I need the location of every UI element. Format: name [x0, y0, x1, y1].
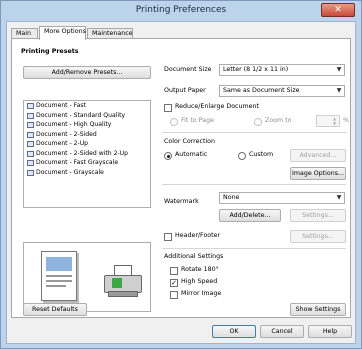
tab-more-options[interactable]: More Options	[39, 26, 86, 40]
mirror-image-checkbox[interactable]	[170, 291, 178, 299]
document-preset-icon	[27, 112, 34, 119]
add-delete-button[interactable]: Add/Delete...	[219, 209, 281, 222]
reset-defaults-button[interactable]: Reset Defaults	[23, 303, 87, 316]
divider	[162, 248, 346, 249]
add-remove-presets-button[interactable]: Add/Remove Presets...	[23, 66, 151, 79]
watermark-label: Watermark	[164, 198, 199, 205]
zoom-to-radio[interactable]	[254, 118, 262, 126]
fit-to-page-label: Fit to Page	[181, 117, 214, 124]
header-footer-label: Header/Footer	[175, 232, 221, 239]
additional-settings-label: Additional Settings	[164, 253, 224, 260]
reduce-enlarge-label: Reduce/Enlarge Document	[175, 103, 259, 110]
fit-to-page-radio[interactable]	[170, 118, 178, 126]
output-paper-select[interactable]: Same as Document Size ▼	[219, 85, 345, 97]
document-preset-icon	[27, 131, 34, 138]
custom-label: Custom	[249, 151, 274, 158]
chevron-down-icon: ▼	[336, 87, 342, 94]
header-footer-checkbox[interactable]	[164, 233, 172, 241]
document-preset-icon	[27, 141, 34, 147]
preset-item-label: Document - Grayscale	[36, 168, 104, 176]
document-preset-icon	[27, 150, 34, 157]
printer-icon	[104, 265, 144, 301]
preset-item[interactable]: Document - Fast	[24, 101, 150, 111]
percent-label: %	[343, 117, 349, 124]
reduce-enlarge-checkbox[interactable]	[164, 104, 172, 112]
chevron-down-icon: ▼	[336, 194, 342, 201]
watermark-value: None	[223, 194, 240, 201]
custom-radio[interactable]	[238, 152, 246, 160]
color-correction-label: Color Correction	[164, 138, 216, 145]
show-settings-button[interactable]: Show Settings	[290, 303, 346, 316]
document-preset-icon	[27, 169, 34, 176]
preset-item[interactable]: Document - 2-Up	[24, 139, 150, 149]
watermark-select[interactable]: None ▼	[219, 192, 345, 204]
document-preview-icon	[41, 251, 77, 301]
preset-item[interactable]: Document - Standard Quality	[24, 111, 150, 121]
more-options-panel: Printing Presets Add/Remove Presets... D…	[11, 38, 351, 318]
mirror-image-label: Mirror Image	[181, 290, 222, 297]
preset-item-label: Document - High Quality	[36, 121, 112, 128]
rotate-180-label: Rotate 180°	[181, 266, 219, 273]
document-preset-icon	[27, 103, 34, 109]
printing-presets-heading: Printing Presets	[21, 48, 79, 55]
presets-list[interactable]: Document - Fast Document - Standard Quali…	[23, 100, 151, 208]
window-title: Printing Preferences	[135, 5, 227, 15]
automatic-label: Automatic	[175, 151, 208, 158]
print-preview	[23, 242, 151, 312]
zoom-to-label: Zoom to	[265, 117, 292, 124]
document-preset-icon	[27, 160, 34, 166]
rotate-180-checkbox[interactable]	[170, 267, 178, 275]
zoom-percent-stepper[interactable]: ▲ ▼	[316, 115, 340, 127]
stepper-down-icon[interactable]: ▼	[330, 121, 339, 126]
document-preset-icon	[27, 122, 34, 128]
preset-item-label: Document - Fast	[36, 102, 86, 109]
dialog-client-area: Main More Options Maintenance Printing P…	[6, 21, 356, 344]
printing-preferences-window: Printing Preferences ✕ Main More Options…	[0, 0, 362, 349]
high-speed-label: High Speed	[181, 278, 218, 285]
cancel-button[interactable]: Cancel	[260, 325, 304, 338]
header-footer-settings-button[interactable]: Settings...	[290, 230, 346, 243]
divider	[162, 132, 346, 133]
automatic-radio[interactable]	[164, 152, 172, 160]
preset-item[interactable]: Document - 2-Sided with 2-Up	[24, 149, 150, 159]
preset-item[interactable]: Document - High Quality	[24, 120, 150, 130]
chevron-down-icon: ▼	[336, 66, 342, 73]
preset-item[interactable]: Document - 2-Sided	[24, 130, 150, 140]
preset-item-label: Document - Standard Quality	[36, 111, 126, 119]
ok-button[interactable]: OK	[212, 325, 256, 338]
preset-item-label: Document - 2-Sided	[36, 130, 97, 138]
image-options-button[interactable]: Image Options...	[290, 167, 346, 180]
help-button[interactable]: Help	[308, 325, 352, 338]
divider	[162, 184, 346, 185]
preset-item-label: Document - 2-Sided with 2-Up	[36, 149, 128, 157]
document-size-select[interactable]: Letter (8 1/2 x 11 in) ▼	[219, 64, 345, 76]
high-speed-checkbox[interactable]: ✓	[170, 279, 178, 287]
watermark-settings-button[interactable]: Settings...	[290, 209, 346, 222]
output-paper-label: Output Paper	[164, 87, 206, 94]
title-bar[interactable]: Printing Preferences ✕	[1, 1, 361, 21]
preset-item[interactable]: Document - Grayscale	[24, 168, 150, 178]
document-size-label: Document Size	[164, 66, 212, 73]
close-button[interactable]: ✕	[321, 3, 355, 17]
output-paper-value: Same as Document Size	[223, 87, 300, 94]
document-size-value: Letter (8 1/2 x 11 in)	[223, 66, 289, 73]
preset-item-label: Document - 2-Up	[36, 140, 89, 147]
preset-item[interactable]: Document - Fast Grayscale	[24, 158, 150, 168]
preset-item-label: Document - Fast Grayscale	[36, 159, 119, 166]
advanced-button[interactable]: Advanced...	[290, 149, 346, 162]
